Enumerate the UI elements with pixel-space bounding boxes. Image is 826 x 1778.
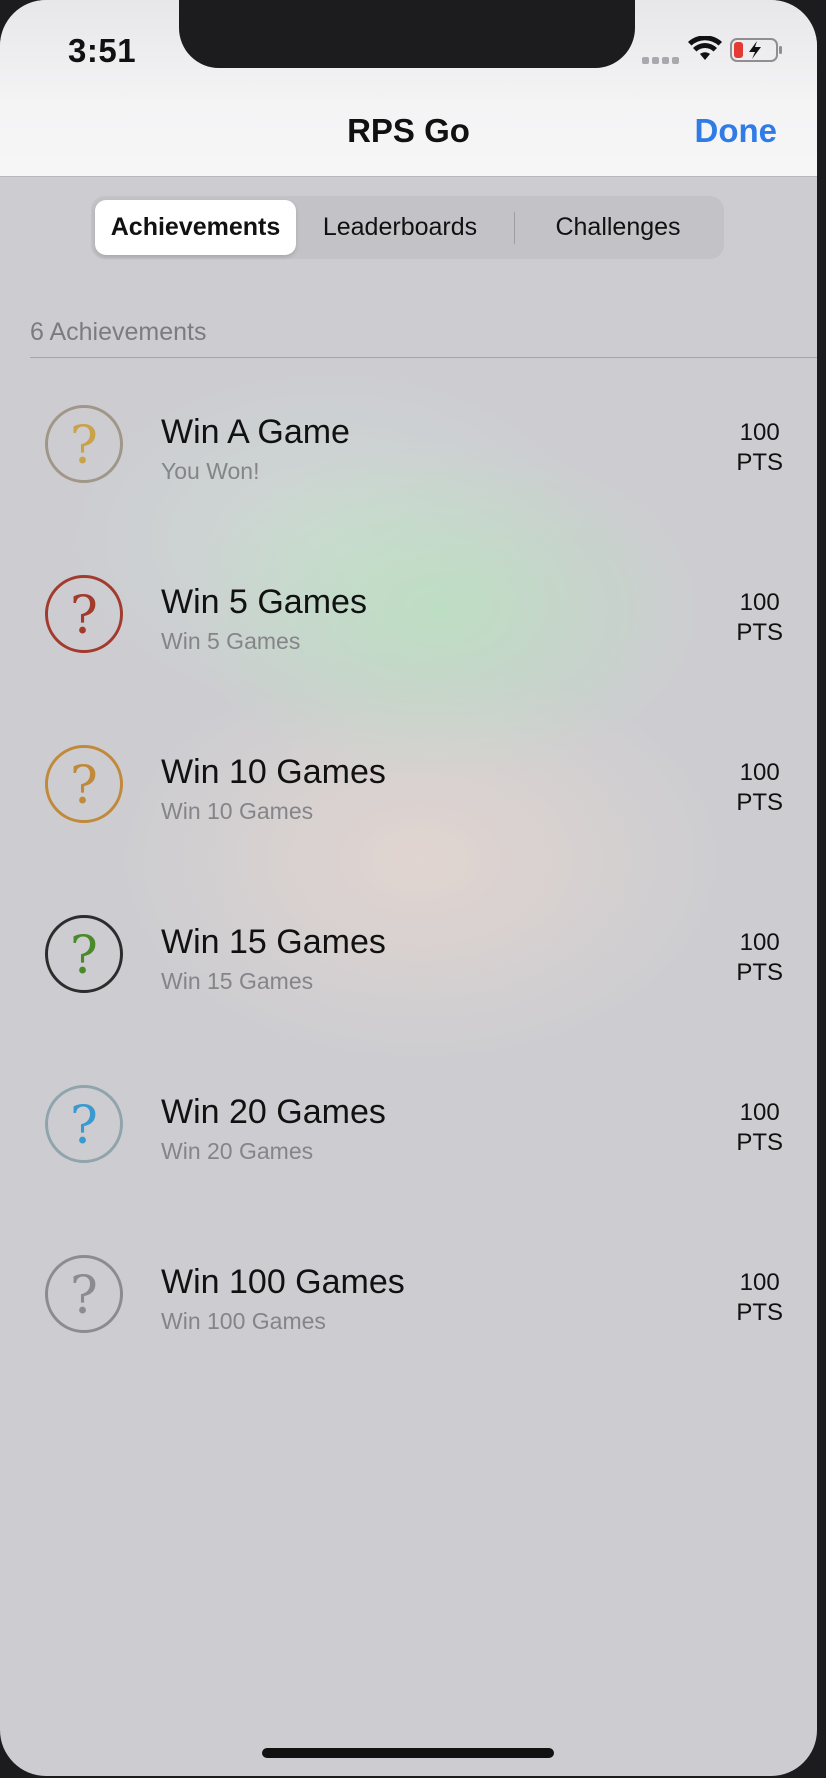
achievement-subtitle: Win 10 Games	[161, 798, 314, 824]
achievement-title: Win A Game	[161, 413, 350, 451]
achievement-points: 100 PTS	[736, 418, 783, 478]
achievement-row[interactable]: ? Win 5 Games Win 5 Games 100 PTS	[0, 528, 817, 698]
question-mark-badge-icon: ?	[45, 1085, 123, 1163]
tab-achievements[interactable]: Achievements	[95, 200, 296, 255]
battery-charging-icon	[730, 38, 782, 62]
done-button[interactable]: Done	[695, 112, 778, 150]
points-value: 100	[739, 1099, 780, 1126]
achievement-subtitle: Win 20 Games	[161, 1138, 314, 1164]
achievement-subtitle: You Won!	[161, 458, 260, 484]
achievement-row[interactable]: ? Win A Game You Won! 100 PTS	[0, 358, 817, 528]
points-unit: PTS	[736, 959, 783, 986]
tab-challenges[interactable]: Challenges	[516, 200, 720, 255]
achievement-subtitle: Win 100 Games	[161, 1308, 326, 1334]
status-time: 3:51	[68, 32, 137, 69]
segment-divider	[514, 212, 515, 244]
achievement-subtitle: Win 15 Games	[161, 968, 314, 994]
achievement-row[interactable]: ? Win 10 Games Win 10 Games 100 PTS	[0, 698, 817, 868]
achievement-row[interactable]: ? Win 15 Games Win 15 Games 100 PTS	[0, 868, 817, 1038]
points-value: 100	[739, 419, 780, 446]
question-mark-badge-icon: ?	[45, 915, 123, 993]
question-mark-glyph: ?	[70, 586, 98, 646]
achievement-title: Win 10 Games	[161, 753, 386, 791]
points-unit: PTS	[736, 1129, 783, 1156]
segmented-control: Achievements Leaderboards Challenges	[91, 196, 724, 259]
question-mark-badge-icon: ?	[45, 575, 123, 653]
achievement-title: Win 15 Games	[161, 923, 386, 961]
points-value: 100	[739, 589, 780, 616]
question-mark-glyph: ?	[70, 1096, 98, 1156]
question-mark-glyph: ?	[70, 416, 98, 476]
points-value: 100	[739, 759, 780, 786]
question-mark-glyph: ?	[70, 926, 98, 986]
section-header: 6 Achievements	[30, 318, 207, 346]
question-mark-badge-icon: ?	[45, 745, 123, 823]
achievement-row[interactable]: ? Win 20 Games Win 20 Games 100 PTS	[0, 1038, 817, 1208]
cellular-signal-icon	[642, 54, 682, 64]
points-unit: PTS	[736, 619, 783, 646]
wifi-icon	[688, 36, 722, 60]
achievement-points: 100 PTS	[736, 1098, 783, 1158]
points-unit: PTS	[736, 1299, 783, 1326]
question-mark-glyph: ?	[70, 1266, 98, 1326]
question-mark-badge-icon: ?	[45, 1255, 123, 1333]
achievement-row[interactable]: ? Win 100 Games Win 100 Games 100 PTS	[0, 1208, 817, 1378]
tab-leaderboards[interactable]: Leaderboards	[300, 200, 500, 255]
phone-screen: 3:51 RPS Go Done Achievements Leaderboar…	[0, 0, 817, 1776]
device-notch	[179, 0, 635, 68]
question-mark-badge-icon: ?	[45, 405, 123, 483]
points-unit: PTS	[736, 789, 783, 816]
achievement-points: 100 PTS	[736, 928, 783, 988]
points-unit: PTS	[736, 449, 783, 476]
achievement-title: Win 100 Games	[161, 1263, 405, 1301]
question-mark-glyph: ?	[70, 756, 98, 816]
achievement-title: Win 20 Games	[161, 1093, 386, 1131]
achievement-subtitle: Win 5 Games	[161, 628, 301, 654]
points-value: 100	[739, 1269, 780, 1296]
achievement-points: 100 PTS	[736, 1268, 783, 1328]
achievement-points: 100 PTS	[736, 758, 783, 818]
achievement-points: 100 PTS	[736, 588, 783, 648]
home-indicator[interactable]	[262, 1748, 554, 1758]
points-value: 100	[739, 929, 780, 956]
achievement-title: Win 5 Games	[161, 583, 367, 621]
